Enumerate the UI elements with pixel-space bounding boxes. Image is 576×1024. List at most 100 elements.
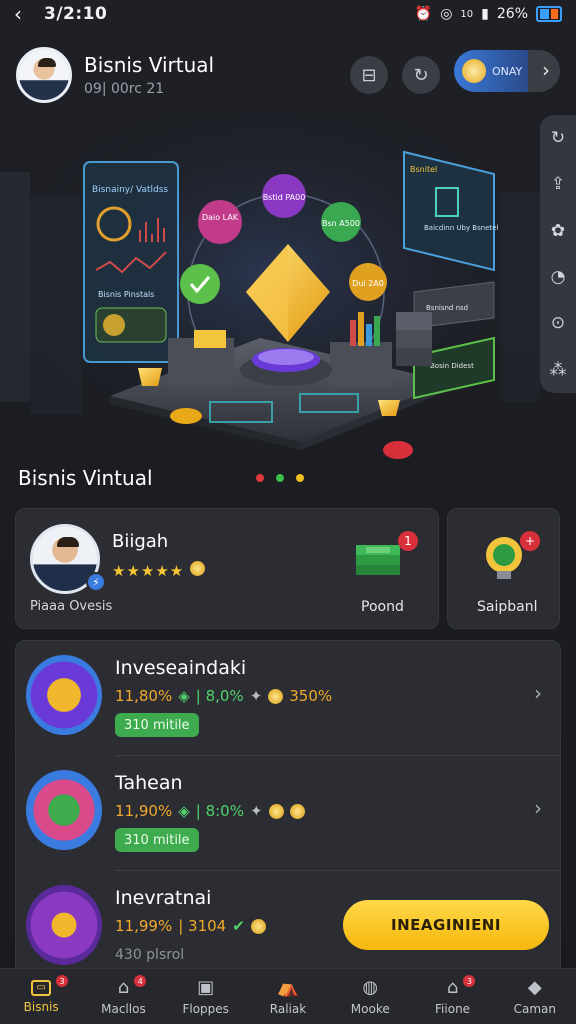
header: Bisnis Virtual 09| 00rc 21 ⊟ ↻ ONAY › <box>16 44 562 106</box>
nav-label: Macllos <box>101 1001 146 1016</box>
side-card[interactable]: + Saipbanl <box>447 508 560 629</box>
rail-target-icon[interactable]: ⊙ <box>551 313 565 333</box>
currency-pill[interactable]: ONAY › <box>454 50 560 92</box>
side-card-label: Saipbanl <box>477 599 538 615</box>
star-icon: ✦ <box>249 802 263 820</box>
coin-icon <box>190 561 206 576</box>
primary-cta-button[interactable]: INEAGINIENI <box>343 900 549 950</box>
rail-upload-icon[interactable]: ⇪ <box>551 174 565 194</box>
status-bar: ‹ 3/2:10 ⏰ ◎ 10 ▮ 26% <box>0 0 576 28</box>
signal-icon: ▮ <box>481 6 489 22</box>
svg-text:Bsnisnd nsd: Bsnisnd nsd <box>426 304 468 312</box>
nav-item-bisnis[interactable]: ▭ 3 Bisnis <box>0 969 82 1024</box>
coin-icon <box>250 918 266 934</box>
list-item-tag: 430 plsrol <box>115 947 185 963</box>
check-bubble <box>180 264 220 304</box>
board-icon <box>26 770 102 850</box>
left-panel-text: Bisnis Pinstals <box>98 290 154 299</box>
star-icon: ✦ <box>249 687 263 705</box>
list-item-stats: 11,80% ◈ | 8,0% ✦ 350% <box>115 687 333 705</box>
back-icon[interactable]: ‹ <box>14 2 32 26</box>
refresh-icon: ↻ <box>413 64 429 86</box>
tent-icon: ⛺ <box>276 977 300 998</box>
side-panel-left <box>0 172 30 402</box>
battery-icon <box>536 6 562 22</box>
chevron-right-icon: › <box>542 58 550 82</box>
wifi-icon: ◎ <box>440 6 453 22</box>
nav-badge: 3 <box>56 975 68 987</box>
carousel-dots[interactable] <box>256 474 304 482</box>
profile-card[interactable]: ⚡ Biigah ★★★★★ Piaaa Ovesis 1 Poond <box>15 508 439 629</box>
right-panel-text: Baicdinn Uby Bsnetel <box>424 224 499 232</box>
briefcase-icon: ▭ <box>31 979 52 996</box>
refresh-button[interactable]: ↻ <box>402 56 440 94</box>
signal-label: 10 <box>460 8 474 20</box>
left-panel-title: Bisnainy/ Vatldss <box>92 185 168 195</box>
verified-badge-icon: ⚡ <box>86 572 106 592</box>
rail-chat-icon[interactable]: ◔ <box>551 267 566 287</box>
nav-label: Bisnis <box>23 999 59 1014</box>
investment-icon <box>26 655 102 735</box>
shop-icon: ⌂ <box>446 977 459 998</box>
nav-item-floppes[interactable]: ▣ Floppes <box>165 969 247 1024</box>
coin-icon <box>462 59 486 83</box>
trophy-left <box>138 368 162 386</box>
nav-item-macllos[interactable]: ⌂ 4 Macllos <box>82 969 164 1024</box>
right-panel-title: Bsnitel <box>410 165 437 174</box>
nav-item-mooke[interactable]: ◍ Mooke <box>329 969 411 1024</box>
profile-name: Biigah <box>112 531 169 552</box>
svg-text:Daio LAK: Daio LAK <box>202 213 239 222</box>
svg-text:Bsn A500: Bsn A500 <box>322 219 360 228</box>
svg-text:Dui 2A0: Dui 2A0 <box>352 279 384 288</box>
avatar[interactable] <box>16 47 72 103</box>
alarm-icon: ⏰ <box>414 6 433 22</box>
chevron-right-icon[interactable]: › <box>534 681 542 705</box>
battery-percent: 26% <box>496 6 528 22</box>
chevron-right-icon[interactable]: › <box>534 796 542 820</box>
list-item-title: Tahean <box>115 772 183 794</box>
list-item[interactable]: Tahean 11,90% ◈ | 8:0% ✦ 310 mitile › <box>16 756 560 870</box>
carousel-dot-3[interactable] <box>296 474 304 482</box>
nav-badge: 4 <box>134 975 147 987</box>
gift-button[interactable]: ⊟ <box>350 56 388 94</box>
nav-badge: 3 <box>463 975 476 987</box>
coin-icon <box>268 688 284 704</box>
nav-item-caman[interactable]: ◆ Caman <box>494 969 576 1024</box>
bubble-3: Bsn A500 <box>321 202 361 242</box>
list-item-title: Inveseaindaki <box>115 657 247 679</box>
carousel-dot-2[interactable] <box>276 474 284 482</box>
side-rail: ↻ ⇪ ✿ ◔ ⊙ ⁂ <box>540 115 576 393</box>
nav-item-raliak[interactable]: ⛺ Raliak <box>247 969 329 1024</box>
coin-icon <box>289 803 305 819</box>
status-time: 3/2:10 <box>44 4 108 24</box>
bubble-2: Bstid PA00 <box>262 174 306 218</box>
svg-text:Bosin Didest: Bosin Didest <box>430 362 474 370</box>
frame-icon: ▣ <box>197 977 215 998</box>
rail-refresh-icon[interactable]: ↻ <box>551 128 565 148</box>
pond-label[interactable]: Poond <box>361 599 404 615</box>
bubble-1: Daio LAK <box>198 200 242 244</box>
rail-more-icon[interactable]: ⁂ <box>550 360 567 380</box>
nav-label: Floppes <box>182 1001 229 1016</box>
page-subtitle: 09| 00rc 21 <box>84 81 165 97</box>
svg-text:Bstid PA00: Bstid PA00 <box>263 193 306 202</box>
hero-illustration: Bisnainy/ Vatldss Bisnis Pinstals Daio L… <box>0 112 540 472</box>
list-item-title: Inevratnai <box>115 887 212 909</box>
chat-icon: ◆ <box>527 977 542 998</box>
left-stats-panel: Bisnainy/ Vatldss Bisnis Pinstals <box>83 161 179 363</box>
list-item-stats: 11,99% | 3104 ✔ <box>115 917 266 935</box>
list-item[interactable]: Inveseaindaki 11,80% ◈ | 8,0% ✦ 350% 310… <box>16 641 560 755</box>
rail-settings-icon[interactable]: ✿ <box>551 221 565 241</box>
app-screen: ‹ 3/2:10 ⏰ ◎ 10 ▮ 26% Bisnis Virtual 09|… <box>0 0 576 1024</box>
diamond-icon: ◈ <box>178 687 190 705</box>
list-item-stats: 11,90% ◈ | 8:0% ✦ <box>115 802 305 820</box>
page-title: Bisnis Virtual <box>84 53 215 77</box>
pill-label: ONAY <box>492 64 523 78</box>
coin-stack <box>170 408 202 424</box>
pond-badge: 1 <box>398 531 418 551</box>
carousel-dot-1[interactable] <box>256 474 264 482</box>
nav-item-fiione[interactable]: ⌂ 3 Fiione <box>411 969 493 1024</box>
check-icon: ✔ <box>232 917 245 935</box>
list-item-tag: 310 mitile <box>115 828 199 852</box>
rating-stars: ★★★★★ <box>112 561 206 580</box>
